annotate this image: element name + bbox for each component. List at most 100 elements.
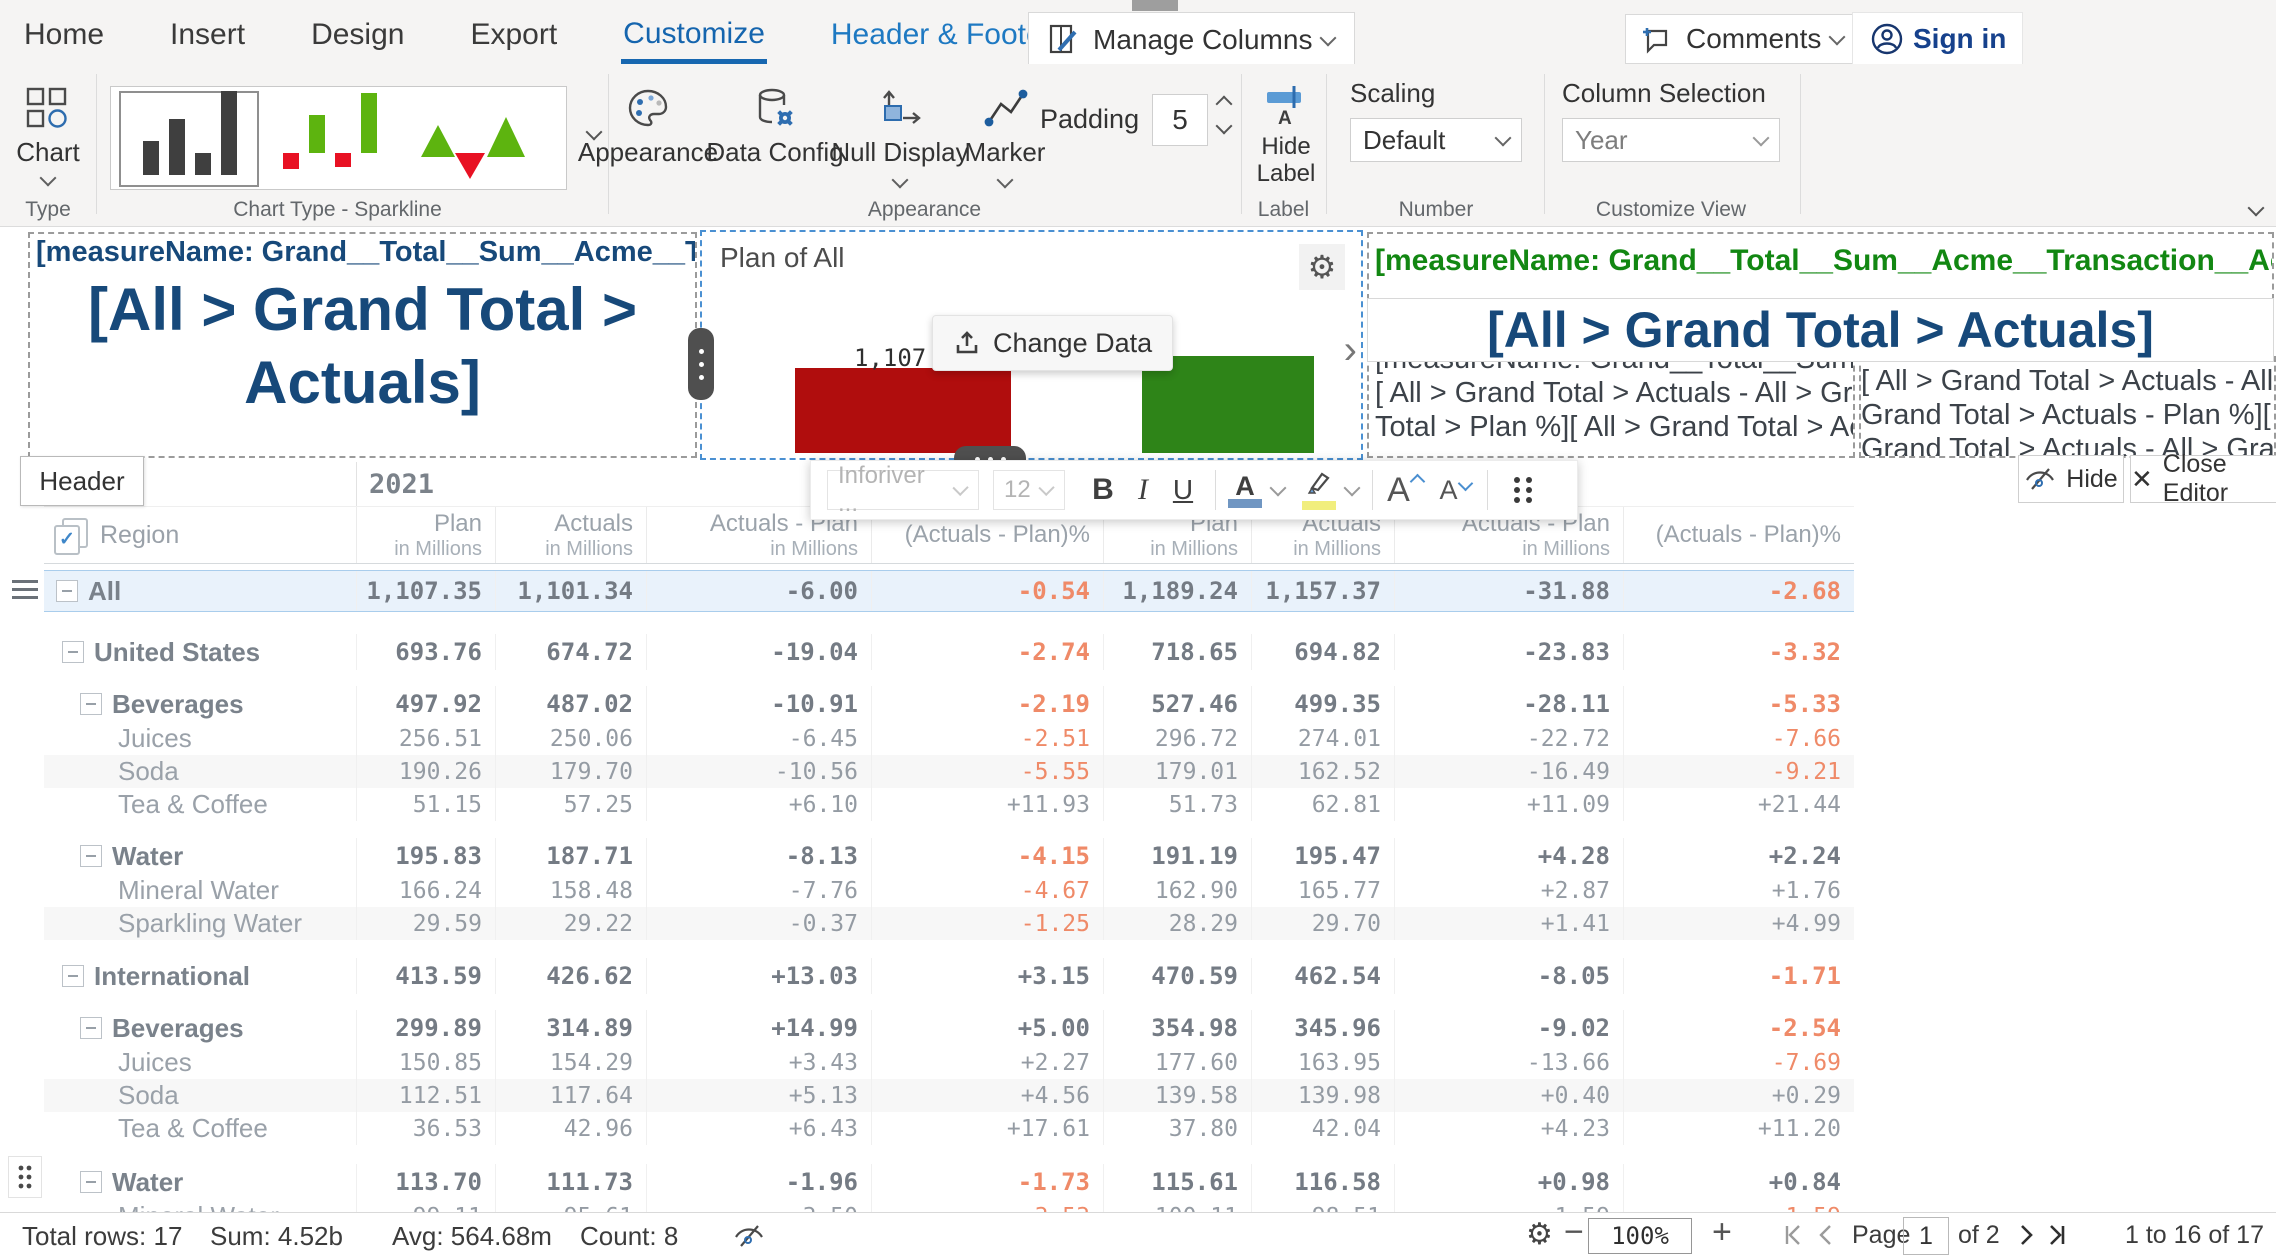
value-cell[interactable]: +0.98 — [1394, 1164, 1623, 1200]
table-row-all[interactable]: All1,107.351,101.34-6.00-0.541,189.241,1… — [44, 570, 1854, 612]
value-cell[interactable]: -0.54 — [871, 571, 1103, 611]
value-cell[interactable]: 1,157.37 — [1251, 571, 1394, 611]
value-cell[interactable]: 1,189.24 — [1103, 571, 1251, 611]
value-cell[interactable]: -16.49 — [1394, 755, 1623, 788]
value-cell[interactable]: +0.40 — [1394, 1079, 1623, 1112]
value-cell[interactable]: 154.29 — [495, 1046, 646, 1079]
value-cell[interactable]: -31.88 — [1394, 571, 1623, 611]
value-cell[interactable]: 28.29 — [1103, 907, 1251, 940]
sparkline-option-variance-column[interactable] — [265, 91, 401, 183]
value-cell[interactable]: 718.65 — [1103, 634, 1251, 670]
column-selection-dropdown[interactable]: Year — [1562, 118, 1780, 162]
value-cell[interactable]: 163.95 — [1251, 1046, 1394, 1079]
value-cell[interactable]: 36.53 — [356, 1112, 495, 1145]
value-cell[interactable]: +0.84 — [1623, 1164, 1854, 1200]
value-cell[interactable]: -8.13 — [646, 838, 871, 874]
value-cell[interactable]: +3.43 — [646, 1046, 871, 1079]
value-cell[interactable]: 499.35 — [1251, 686, 1394, 722]
value-cell[interactable]: +17.61 — [871, 1112, 1103, 1145]
value-cell[interactable]: 37.80 — [1103, 1112, 1251, 1145]
font-size-dropdown[interactable]: 12 — [993, 470, 1065, 510]
value-cell[interactable]: +11.09 — [1394, 788, 1623, 821]
table-row-juices[interactable]: Juices256.51250.06-6.45-2.51296.72274.01… — [44, 722, 1854, 755]
value-cell[interactable]: +6.43 — [646, 1112, 871, 1145]
collapse-icon[interactable] — [80, 845, 102, 867]
value-cell[interactable]: +4.99 — [1623, 907, 1854, 940]
row-menu-icon[interactable] — [12, 580, 38, 599]
value-cell[interactable]: +14.99 — [646, 1010, 871, 1046]
value-cell[interactable]: 462.54 — [1251, 958, 1394, 994]
padding-stepper[interactable] — [1218, 98, 1230, 132]
value-cell[interactable]: 1,107.35 — [356, 571, 495, 611]
zoom-in-icon[interactable]: + — [1712, 1213, 1732, 1252]
value-cell[interactable]: -22.72 — [1394, 722, 1623, 755]
sparkline-card[interactable]: Plan of All ⚙ › 1,107.35 1,189.24 Change… — [700, 230, 1363, 460]
value-cell[interactable]: -0.37 — [646, 907, 871, 940]
value-cell[interactable]: -4.67 — [871, 874, 1103, 907]
value-cell[interactable]: +1.76 — [1623, 874, 1854, 907]
value-cell[interactable]: -10.91 — [646, 686, 871, 722]
zoom-level-input[interactable]: 100% — [1588, 1218, 1692, 1254]
sparkline-option-bar[interactable] — [119, 91, 259, 187]
bold-button[interactable]: B — [1083, 468, 1123, 512]
value-cell[interactable]: -9.02 — [1394, 1010, 1623, 1046]
font-color-button[interactable]: A — [1228, 468, 1286, 512]
collapse-icon[interactable] — [80, 1017, 102, 1039]
scaling-dropdown[interactable]: Default — [1350, 118, 1522, 162]
value-cell[interactable]: 413.59 — [356, 958, 495, 994]
value-cell[interactable]: -19.04 — [646, 634, 871, 670]
value-cell[interactable]: 470.59 — [1103, 958, 1251, 994]
table-row-international[interactable]: International413.59426.62+13.03+3.15470.… — [44, 958, 1854, 994]
column-header-7[interactable]: (Actuals - Plan)% — [1623, 507, 1854, 563]
value-cell[interactable]: 51.15 — [356, 788, 495, 821]
window-drag-handle[interactable] — [1132, 0, 1178, 11]
value-cell[interactable]: -5.33 — [1623, 686, 1854, 722]
settings-gear-icon[interactable]: ⚙ — [1526, 1217, 1553, 1252]
value-cell[interactable]: 250.06 — [495, 722, 646, 755]
value-cell[interactable]: 345.96 — [1251, 1010, 1394, 1046]
collapse-ribbon-chevron-icon[interactable] — [2248, 200, 2265, 217]
column-header-1[interactable]: Actualsin Millions — [495, 507, 646, 563]
data-config-button[interactable]: Data Config — [700, 86, 850, 168]
value-cell[interactable]: 274.01 — [1251, 722, 1394, 755]
value-cell[interactable]: 158.48 — [495, 874, 646, 907]
value-cell[interactable]: 354.98 — [1103, 1010, 1251, 1046]
value-cell[interactable]: 299.89 — [356, 1010, 495, 1046]
page-number-input[interactable]: 1 — [1903, 1217, 1949, 1255]
value-cell[interactable]: 42.96 — [495, 1112, 646, 1145]
value-cell[interactable]: 256.51 — [356, 722, 495, 755]
value-cell[interactable]: +5.00 — [871, 1010, 1103, 1046]
value-cell[interactable]: 115.61 — [1103, 1164, 1251, 1200]
table-row-soda[interactable]: Soda112.51117.64+5.13+4.56139.58139.98+0… — [44, 1079, 1854, 1112]
zoom-out-icon[interactable]: − — [1564, 1213, 1584, 1252]
value-cell[interactable]: 51.73 — [1103, 788, 1251, 821]
value-cell[interactable]: 314.89 — [495, 1010, 646, 1046]
value-cell[interactable]: -2.51 — [871, 722, 1103, 755]
value-cell[interactable]: 62.81 — [1251, 788, 1394, 821]
value-cell[interactable]: 177.60 — [1103, 1046, 1251, 1079]
value-cell[interactable]: +6.10 — [646, 788, 871, 821]
table-row-sparkling-water[interactable]: Sparkling Water29.5929.22-0.37-1.2528.29… — [44, 907, 1854, 940]
value-cell[interactable]: +3.15 — [871, 958, 1103, 994]
collapse-icon[interactable] — [80, 693, 102, 715]
value-cell[interactable]: -2.19 — [871, 686, 1103, 722]
value-cell[interactable]: 195.83 — [356, 838, 495, 874]
table-row-juices[interactable]: Juices150.85154.29+3.43+2.27177.60163.95… — [44, 1046, 1854, 1079]
value-cell[interactable]: +4.56 — [871, 1079, 1103, 1112]
value-cell[interactable]: -3.32 — [1623, 634, 1854, 670]
value-cell[interactable]: 187.71 — [495, 838, 646, 874]
value-cell[interactable]: -1.96 — [646, 1164, 871, 1200]
hide-button[interactable]: Hide — [2018, 455, 2124, 503]
value-cell[interactable]: 179.01 — [1103, 755, 1251, 788]
marker-button[interactable]: Marker — [950, 86, 1060, 191]
region-header-cell[interactable]: ✓ Region — [44, 507, 356, 563]
tab-design[interactable]: Design — [309, 6, 406, 64]
collapse-icon[interactable] — [62, 965, 84, 987]
value-cell[interactable]: +1.41 — [1394, 907, 1623, 940]
value-cell[interactable]: 139.58 — [1103, 1079, 1251, 1112]
value-cell[interactable]: -5.55 — [871, 755, 1103, 788]
value-cell[interactable]: -1.25 — [871, 907, 1103, 940]
column-header-0[interactable]: Planin Millions — [356, 507, 495, 563]
value-cell[interactable]: 29.59 — [356, 907, 495, 940]
tab-export[interactable]: Export — [468, 6, 559, 64]
